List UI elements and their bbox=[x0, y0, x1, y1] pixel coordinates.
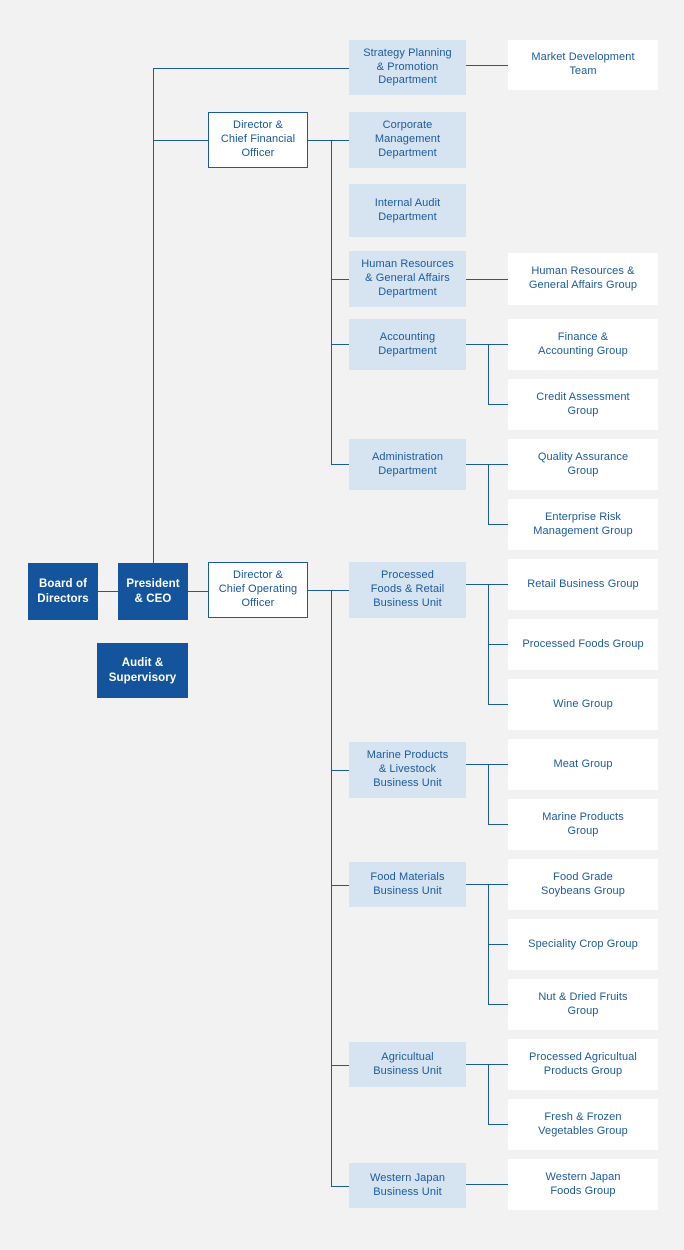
connector-cfo-trunk bbox=[331, 140, 332, 465]
connector-ag-to-processed-ag bbox=[488, 1064, 508, 1065]
node-marine-livestock-business-unit[interactable]: Marine Products & Livestock Business Uni… bbox=[349, 742, 466, 798]
connector-cfo-to-administration bbox=[331, 464, 349, 465]
connector-marine-trunk bbox=[488, 764, 489, 824]
connector-administration-to-qa bbox=[488, 464, 508, 465]
connector-administration-to-erm bbox=[488, 524, 508, 525]
node-retail-business-group[interactable]: Retail Business Group bbox=[508, 559, 658, 610]
connector-food-materials-out bbox=[466, 884, 488, 885]
connector-coo-to-agricultual bbox=[331, 1065, 349, 1066]
connector-coo-to-western-japan bbox=[331, 1186, 349, 1187]
node-quality-assurance-group[interactable]: Quality Assurance Group bbox=[508, 439, 658, 490]
connector-pfr-to-retail bbox=[488, 584, 508, 585]
connector-cfo-out bbox=[308, 140, 349, 141]
connector-fm-to-soybeans bbox=[488, 884, 508, 885]
node-human-resources-department[interactable]: Human Resources & General Affairs Depart… bbox=[349, 251, 466, 307]
node-enterprise-risk-management-group[interactable]: Enterprise Risk Management Group bbox=[508, 499, 658, 550]
node-meat-group[interactable]: Meat Group bbox=[508, 739, 658, 790]
connector-ceo-trunk-upper bbox=[153, 68, 154, 591]
node-president-ceo[interactable]: President & CEO bbox=[118, 563, 188, 620]
connector-administration-out bbox=[466, 464, 488, 465]
connector-pfr-out bbox=[466, 584, 488, 585]
node-administration-department[interactable]: Administration Department bbox=[349, 439, 466, 490]
node-marine-products-group[interactable]: Marine Products Group bbox=[508, 799, 658, 850]
connector-agricultual-trunk bbox=[488, 1064, 489, 1124]
connector-accounting-to-credit bbox=[488, 404, 508, 405]
connector-cfo-to-hr bbox=[331, 279, 349, 280]
node-hr-general-affairs-group[interactable]: Human Resources & General Affairs Group bbox=[508, 253, 658, 305]
connector-accounting-out bbox=[466, 344, 488, 345]
node-western-japan-foods-group[interactable]: Western Japan Foods Group bbox=[508, 1159, 658, 1210]
connector-marine-to-marine-products bbox=[488, 824, 508, 825]
node-food-grade-soybeans-group[interactable]: Food Grade Soybeans Group bbox=[508, 859, 658, 910]
connector-ceo-to-cfo bbox=[153, 140, 209, 141]
connector-pfr-to-processed-foods bbox=[488, 644, 508, 645]
connector-coo-out bbox=[308, 590, 349, 591]
connector-board-to-president bbox=[98, 591, 118, 592]
connector-coo-trunk bbox=[331, 590, 332, 1186]
connector-fm-to-nut-dried bbox=[488, 1004, 508, 1005]
connector-hr-to-hr-group bbox=[466, 279, 508, 280]
node-fresh-frozen-vegetables-group[interactable]: Fresh & Frozen Vegetables Group bbox=[508, 1099, 658, 1150]
connector-coo-to-marine bbox=[331, 770, 349, 771]
connector-fm-to-speciality-crop bbox=[488, 944, 508, 945]
node-credit-assessment-group[interactable]: Credit Assessment Group bbox=[508, 379, 658, 430]
node-finance-accounting-group[interactable]: Finance & Accounting Group bbox=[508, 319, 658, 370]
node-audit-supervisory[interactable]: Audit & Supervisory bbox=[97, 643, 188, 698]
connector-marine-out bbox=[466, 764, 488, 765]
connector-cfo-to-accounting bbox=[331, 344, 349, 345]
node-internal-audit-department[interactable]: Internal Audit Department bbox=[349, 184, 466, 237]
connector-ceo-to-strategy bbox=[153, 68, 349, 69]
node-processed-agricultual-products-group[interactable]: Processed Agricultual Products Group bbox=[508, 1039, 658, 1090]
node-corporate-management-department[interactable]: Corporate Management Department bbox=[349, 112, 466, 168]
node-director-cfo[interactable]: Director & Chief Financial Officer bbox=[208, 112, 308, 168]
connector-ag-to-fresh-frozen bbox=[488, 1124, 508, 1125]
connector-marine-to-meat bbox=[488, 764, 508, 765]
node-processed-foods-group[interactable]: Processed Foods Group bbox=[508, 619, 658, 670]
organization-chart: Board of Directors President & CEO Audit… bbox=[0, 0, 684, 1250]
node-accounting-department[interactable]: Accounting Department bbox=[349, 319, 466, 370]
connector-accounting-trunk bbox=[488, 344, 489, 404]
node-agricultual-business-unit[interactable]: Agricultual Business Unit bbox=[349, 1042, 466, 1087]
node-board-of-directors[interactable]: Board of Directors bbox=[28, 563, 98, 620]
connector-agricultual-out bbox=[466, 1064, 488, 1065]
node-food-materials-business-unit[interactable]: Food Materials Business Unit bbox=[349, 862, 466, 907]
node-strategy-planning-department[interactable]: Strategy Planning & Promotion Department bbox=[349, 40, 466, 95]
node-nut-dried-fruits-group[interactable]: Nut & Dried Fruits Group bbox=[508, 979, 658, 1030]
connector-administration-trunk bbox=[488, 464, 489, 524]
connector-coo-to-food-materials bbox=[331, 885, 349, 886]
connector-president-to-coo bbox=[188, 591, 209, 592]
connector-pfr-to-wine bbox=[488, 704, 508, 705]
connector-strategy-to-market-dev bbox=[466, 65, 508, 66]
node-western-japan-business-unit[interactable]: Western Japan Business Unit bbox=[349, 1163, 466, 1208]
connector-accounting-to-finance bbox=[488, 344, 508, 345]
node-market-development-team[interactable]: Market Development Team bbox=[508, 40, 658, 90]
connector-wj-to-wj-foods bbox=[466, 1184, 508, 1185]
node-director-coo[interactable]: Director & Chief Operating Officer bbox=[208, 562, 308, 618]
node-processed-foods-retail-business-unit[interactable]: Processed Foods & Retail Business Unit bbox=[349, 562, 466, 618]
node-speciality-crop-group[interactable]: Speciality Crop Group bbox=[508, 919, 658, 970]
node-wine-group[interactable]: Wine Group bbox=[508, 679, 658, 730]
